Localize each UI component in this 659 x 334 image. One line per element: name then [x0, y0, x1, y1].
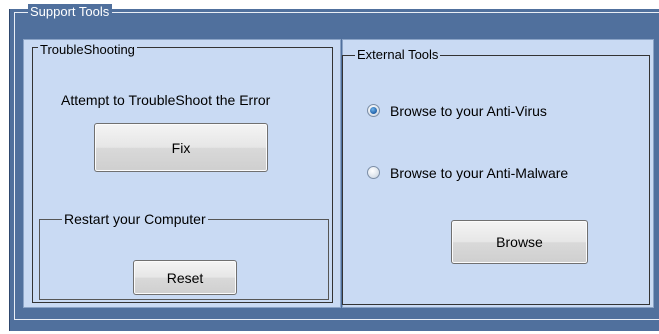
fix-button[interactable]: Fix — [94, 123, 268, 172]
anti-virus-label[interactable]: Browse to your Anti-Virus — [390, 103, 547, 119]
anti-virus-radio[interactable] — [367, 104, 380, 117]
external-tools-title: External Tools — [355, 47, 441, 62]
support-tools-frame-top — [23, 12, 659, 13]
anti-malware-label[interactable]: Browse to your Anti-Malware — [390, 165, 568, 181]
troubleshoot-description: Attempt to TroubleShoot the Error — [61, 92, 271, 108]
anti-malware-radio[interactable] — [367, 166, 380, 179]
browse-button[interactable]: Browse — [451, 220, 588, 264]
reset-button[interactable]: Reset — [133, 260, 237, 295]
troubleshooting-title: TroubleShooting — [38, 42, 137, 57]
support-tools-title: Support Tools — [28, 4, 113, 19]
radio-selected-dot-icon — [370, 107, 377, 114]
restart-title: Restart your Computer — [62, 211, 208, 227]
